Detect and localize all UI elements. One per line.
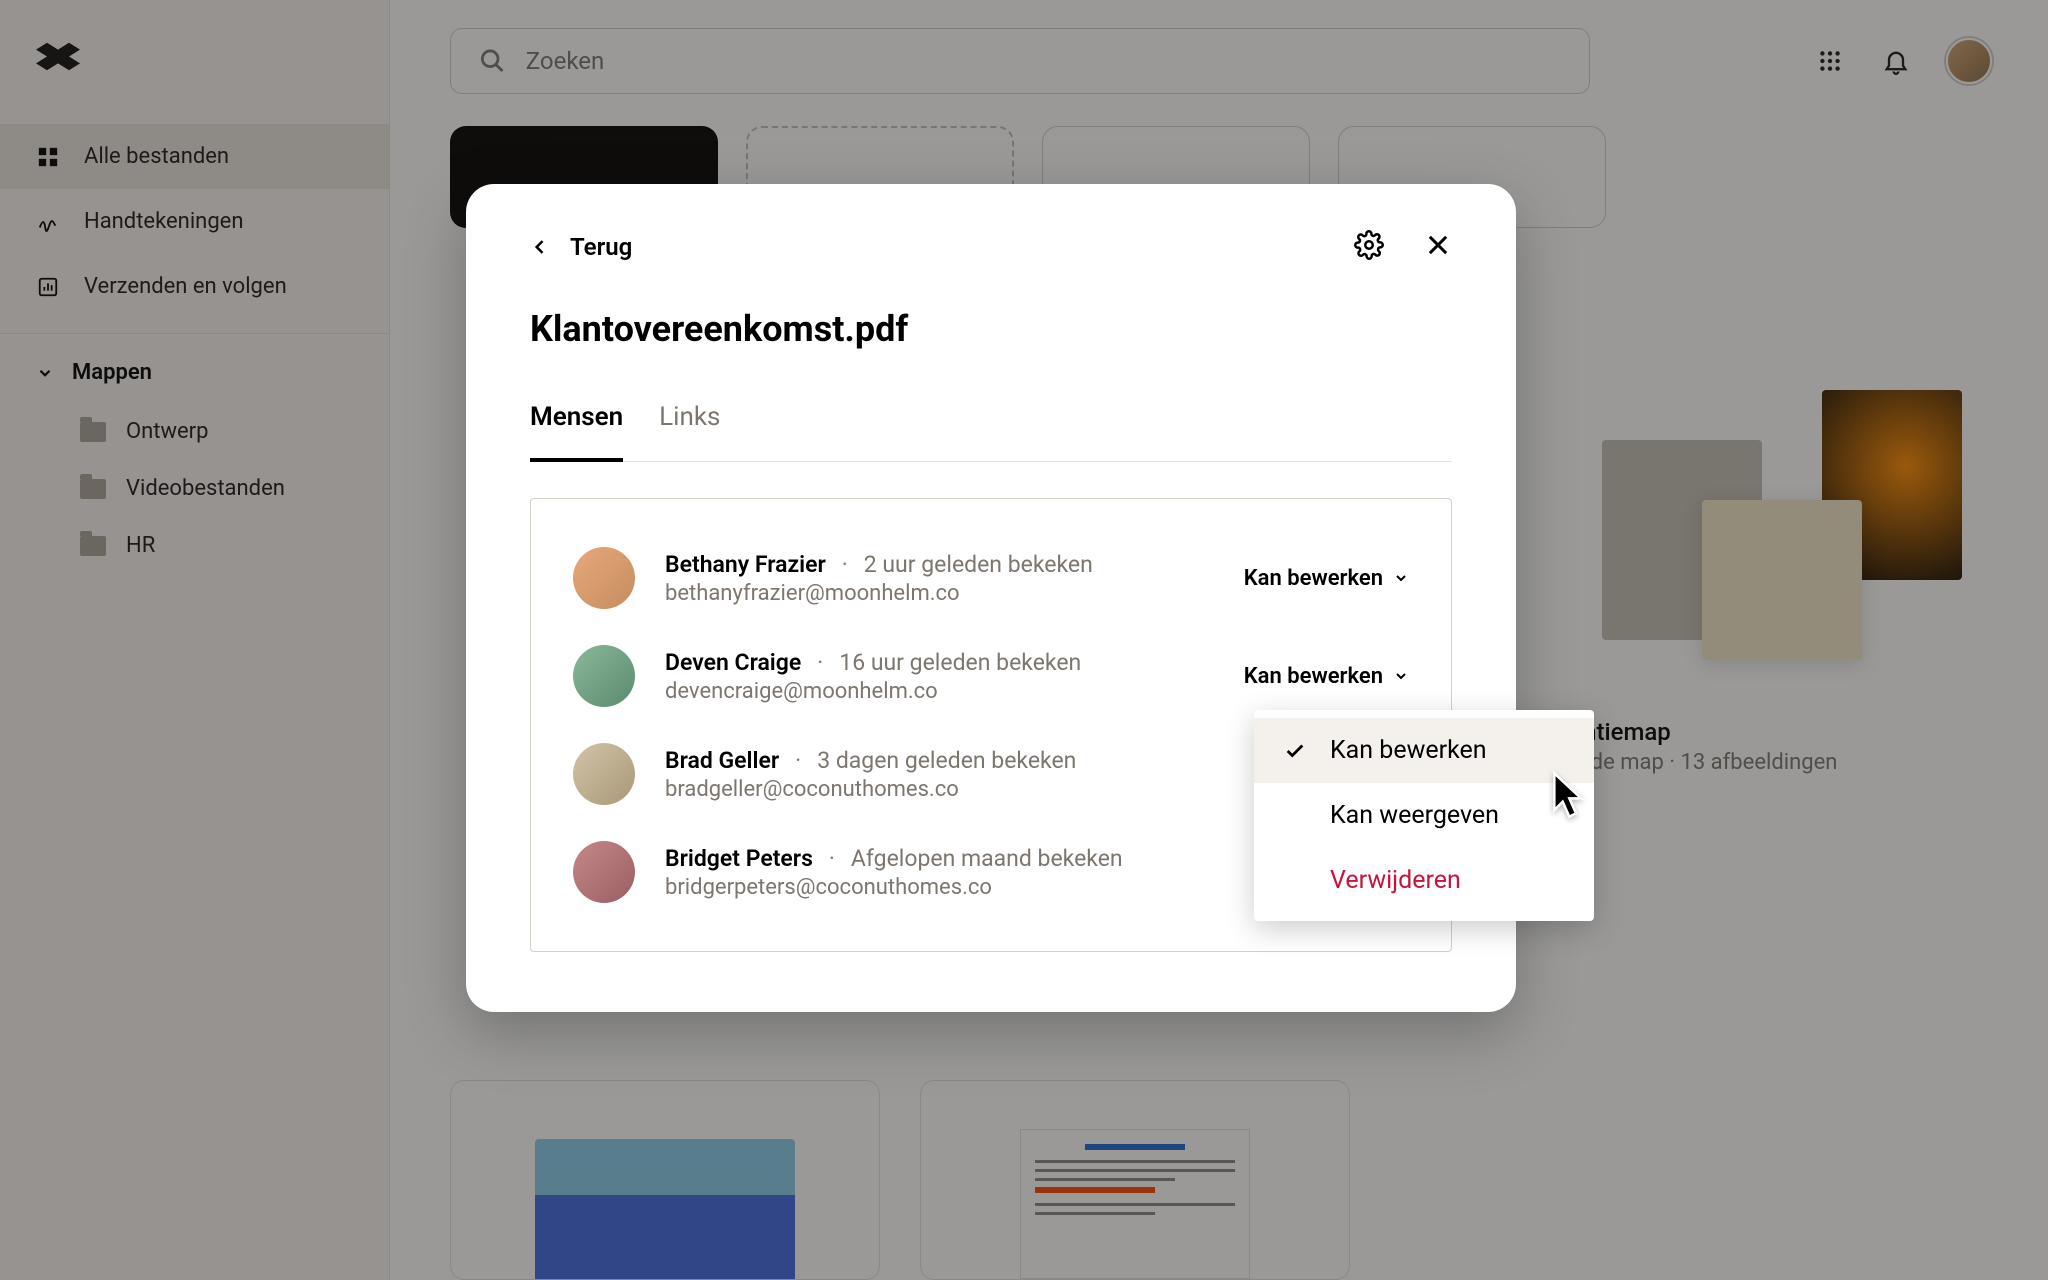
chevron-left-icon [530,237,550,257]
person-viewed: Afgelopen maand bekeken [851,845,1123,872]
check-icon [1284,740,1308,762]
menu-can-edit[interactable]: Kan bewerken [1254,718,1594,783]
modal-title: Klantovereenkomst.pdf [530,308,1452,350]
person-avatar [573,841,635,903]
person-avatar [573,547,635,609]
chevron-down-icon [1393,668,1409,684]
gear-icon [1354,230,1384,260]
person-viewed: 3 dagen geleden bekeken [817,747,1076,774]
close-button[interactable] [1424,231,1452,263]
back-button[interactable]: Terug [530,233,632,261]
permission-dropdown[interactable]: Kan bewerken [1244,664,1409,689]
permission-menu: Kan bewerken Kan weergeven Verwijderen [1254,710,1594,921]
back-label: Terug [570,233,632,261]
tabs: Mensen Links [530,402,1452,462]
menu-remove[interactable]: Verwijderen [1254,848,1594,913]
chevron-down-icon [1393,570,1409,586]
permission-dropdown[interactable]: Kan bewerken [1244,566,1409,591]
tab-people[interactable]: Mensen [530,402,623,462]
person-name: Brad Geller [665,747,779,774]
settings-button[interactable] [1354,230,1384,264]
person-viewed: 16 uur geleden bekeken [839,649,1081,676]
person-name: Bridget Peters [665,845,813,872]
tab-links[interactable]: Links [659,402,720,461]
person-avatar [573,645,635,707]
cursor-icon [1550,770,1592,824]
person-name: Bethany Frazier [665,551,826,578]
person-viewed: 2 uur geleden bekeken [864,551,1093,578]
person-name: Deven Craige [665,649,801,676]
person-row: Bethany Frazier · 2 uur geleden bekeken … [573,529,1409,627]
person-email: devencraige@moonhelm.co [665,679,1214,704]
close-icon [1424,231,1452,259]
menu-can-view[interactable]: Kan weergeven [1254,783,1594,848]
person-avatar [573,743,635,805]
person-email: bethanyfrazier@moonhelm.co [665,581,1214,606]
